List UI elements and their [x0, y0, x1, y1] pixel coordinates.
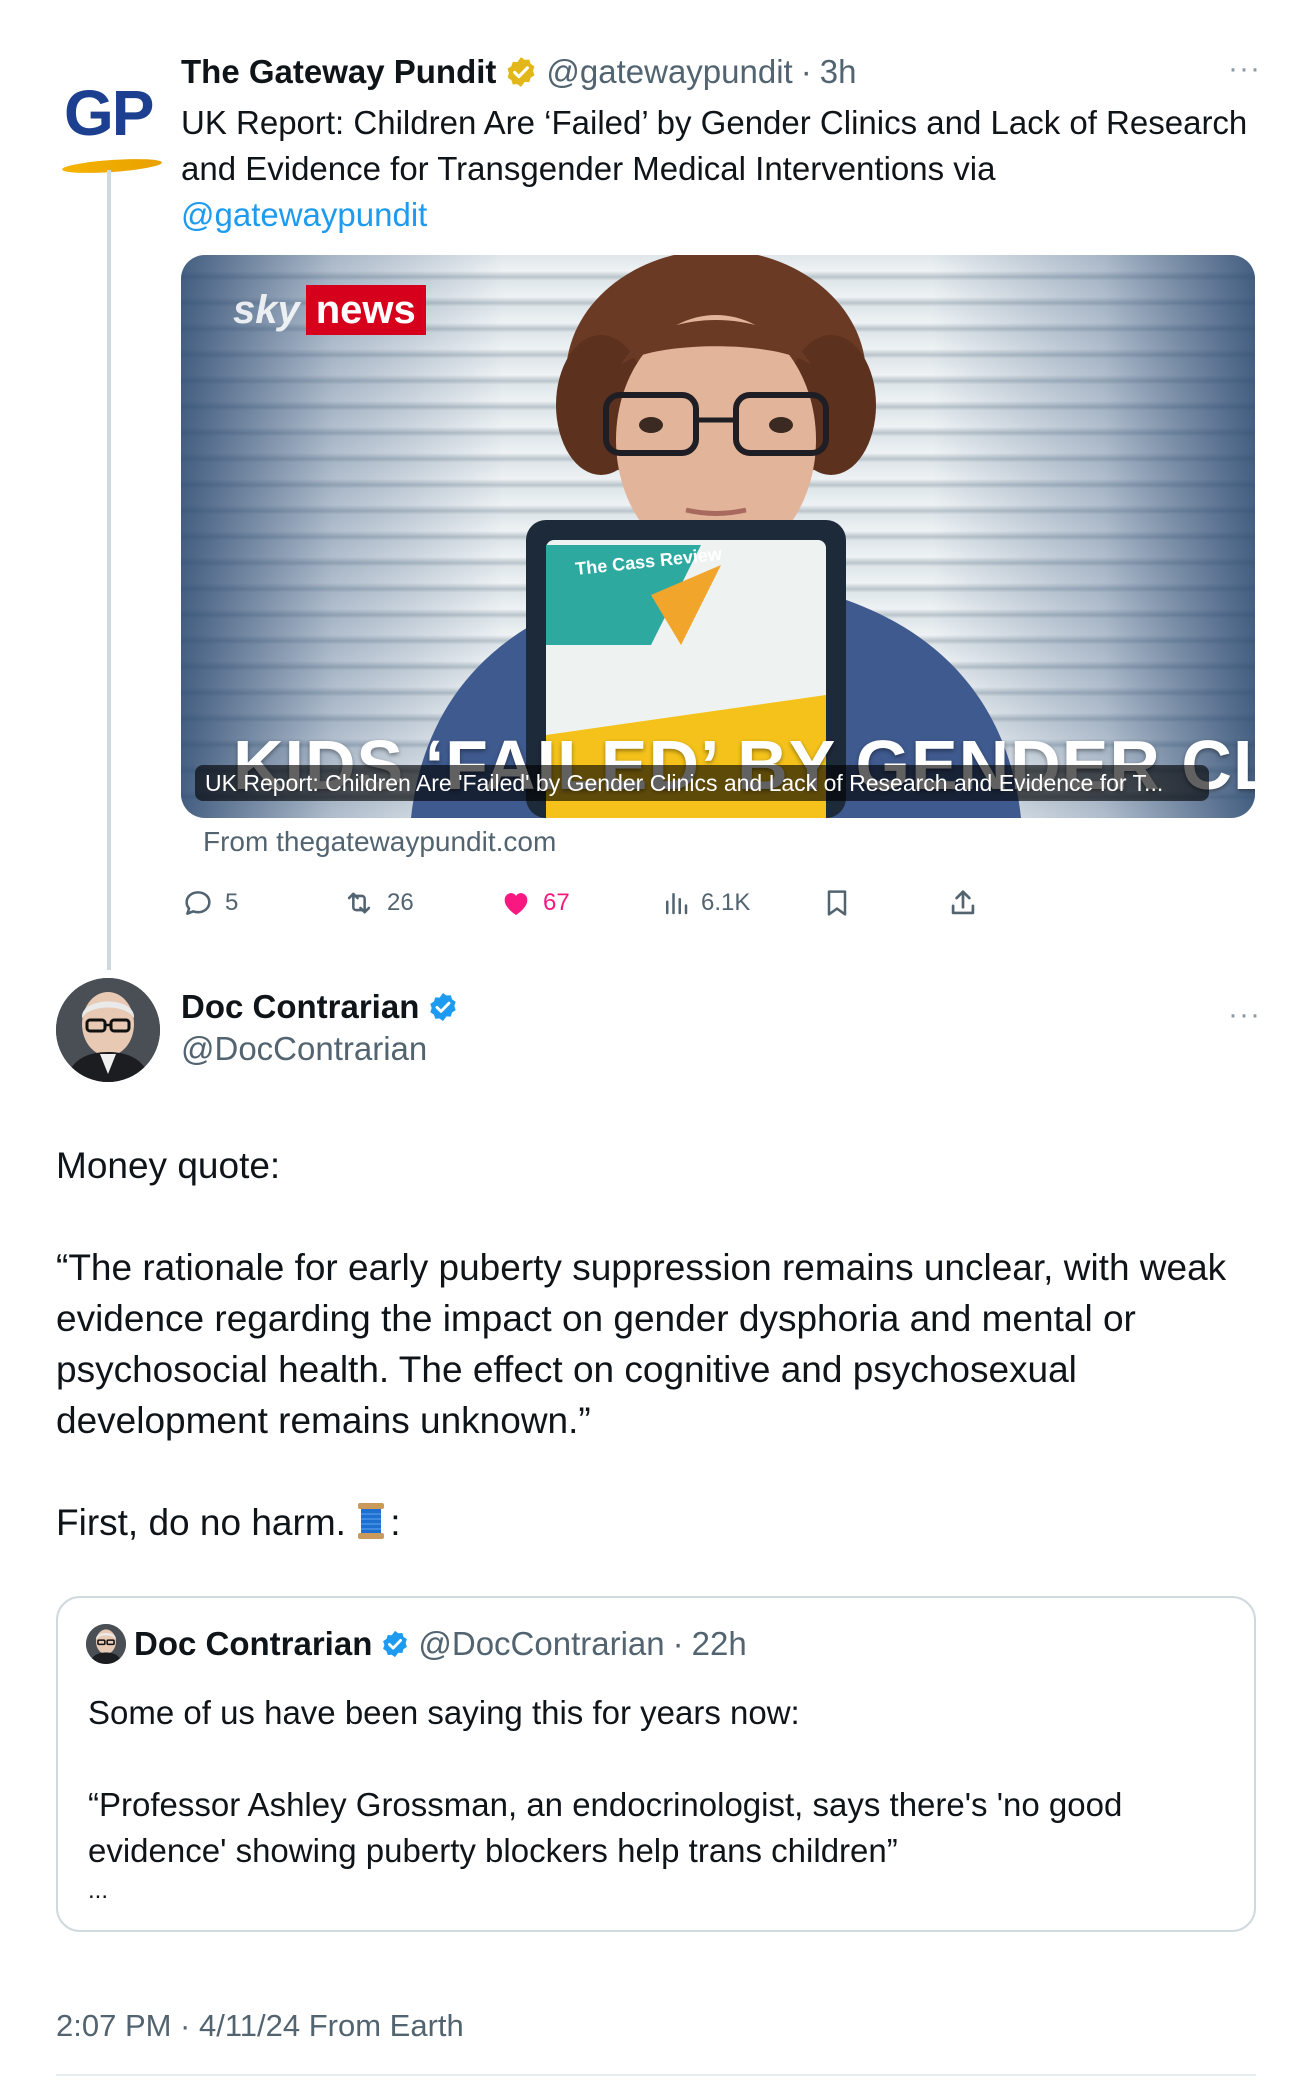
tweet-line-intro: Money quote: [56, 1145, 281, 1186]
quoted-ellipsis: ... [88, 1877, 109, 1904]
retweet-icon [347, 892, 371, 914]
more-options-button[interactable]: ··· [1228, 998, 1261, 1032]
closing-text: First, do no harm. [56, 1502, 346, 1543]
gateway-pundit-avatar[interactable]: GP [56, 68, 166, 178]
tweet-closing-line: First, do no harm. : [56, 1497, 1276, 1548]
views-icon [666, 893, 688, 915]
author-handle[interactable]: @gatewaypundit [546, 53, 792, 91]
like-button[interactable]: 67 [499, 880, 570, 926]
author-name[interactable]: Doc Contrarian [181, 988, 419, 1026]
views-button[interactable]: 6.1K [661, 880, 750, 926]
reply-button[interactable]: 5 [181, 880, 238, 926]
verified-blue-badge-icon [430, 993, 457, 1021]
link-card-title[interactable]: UK Report: Children Are 'Failed' by Gend… [195, 765, 1209, 801]
retweet-button[interactable]: 26 [341, 880, 414, 926]
quoted-tweet-header: Doc Contrarian @DocContrarian · 22h [86, 1624, 747, 1664]
mention-link[interactable]: @gatewaypundit [181, 192, 1281, 238]
reply-icon [185, 891, 211, 915]
parent-tweet-header: The Gateway Pundit @gatewaypundit · 3h [181, 50, 1271, 94]
parent-tweet[interactable]: GP The Gateway Pundit @gatewaypundit · 3… [0, 0, 1313, 970]
verified-blue-badge-icon [383, 1630, 408, 1658]
views-count: 6.1K [701, 889, 751, 916]
main-tweet-author-row: Doc Contrarian [181, 988, 459, 1026]
thread-spool-emoji [356, 1501, 386, 1541]
parent-tweet-body: UK Report: Children Are ‘Failed’ by Gend… [181, 104, 1248, 187]
news-word: news [305, 285, 426, 335]
quoted-author-avatar [86, 1624, 126, 1664]
tweet-time-ago[interactable]: 3h [820, 53, 857, 91]
share-button[interactable] [946, 880, 980, 926]
quoted-quote-paragraph: “Professor Ashley Grossman, an endocrino… [88, 1786, 1123, 1869]
link-card-image[interactable]: The Cass Review sky news KIDS ‘FAILED’ B… [181, 255, 1255, 818]
tweet-timestamp[interactable]: 2:07 PM · 4/11/24 From Earth [56, 2008, 464, 2044]
avatar-portrait [56, 978, 160, 1082]
bookmark-button[interactable] [821, 880, 853, 926]
author-handle[interactable]: @DocContrarian [181, 1030, 427, 1068]
more-options-button[interactable]: ··· [1228, 52, 1261, 86]
doc-contrarian-avatar[interactable] [56, 978, 160, 1082]
retweet-count: 26 [387, 889, 414, 916]
quoted-line-intro: Some of us have been saying this for yea… [88, 1694, 800, 1731]
quoted-time-ago: 22h [691, 1625, 747, 1662]
link-card-source[interactable]: From thegatewaypundit.com [203, 826, 556, 858]
sky-news-logo: sky news [233, 285, 426, 335]
separator-dot: · [672, 1625, 684, 1662]
sky-word: sky [233, 287, 300, 332]
quoted-tweet-text: Some of us have been saying this for yea… [88, 1690, 1228, 1908]
author-name[interactable]: The Gateway Pundit [181, 53, 496, 91]
quoted-tweet[interactable]: Doc Contrarian @DocContrarian · 22h Some… [56, 1596, 1256, 1932]
main-tweet-text: Money quote: “The rationale for early pu… [56, 1140, 1276, 1548]
reply-count: 5 [225, 889, 239, 916]
thread-connector-line [107, 170, 111, 970]
tweet-action-bar: 5 26 67 6.1K [181, 880, 1001, 926]
share-icon [951, 890, 975, 915]
like-count: 67 [543, 889, 570, 916]
bookmark-icon [827, 890, 847, 916]
separator-dot: · [800, 53, 812, 90]
gp-logo-swoosh [61, 156, 163, 176]
gp-logo-text: GP [64, 77, 154, 149]
closing-colon: : [390, 1502, 401, 1543]
verified-gold-badge-icon [507, 57, 535, 87]
heart-icon [504, 893, 528, 916]
quoted-author-name: Doc Contrarian [134, 1625, 373, 1662]
divider [56, 2074, 1256, 2076]
tweet-quote-paragraph: “The rationale for early puberty suppres… [56, 1247, 1227, 1441]
parent-tweet-text: UK Report: Children Are ‘Failed’ by Gend… [181, 100, 1281, 238]
quoted-author-handle: @DocContrarian [418, 1625, 665, 1662]
